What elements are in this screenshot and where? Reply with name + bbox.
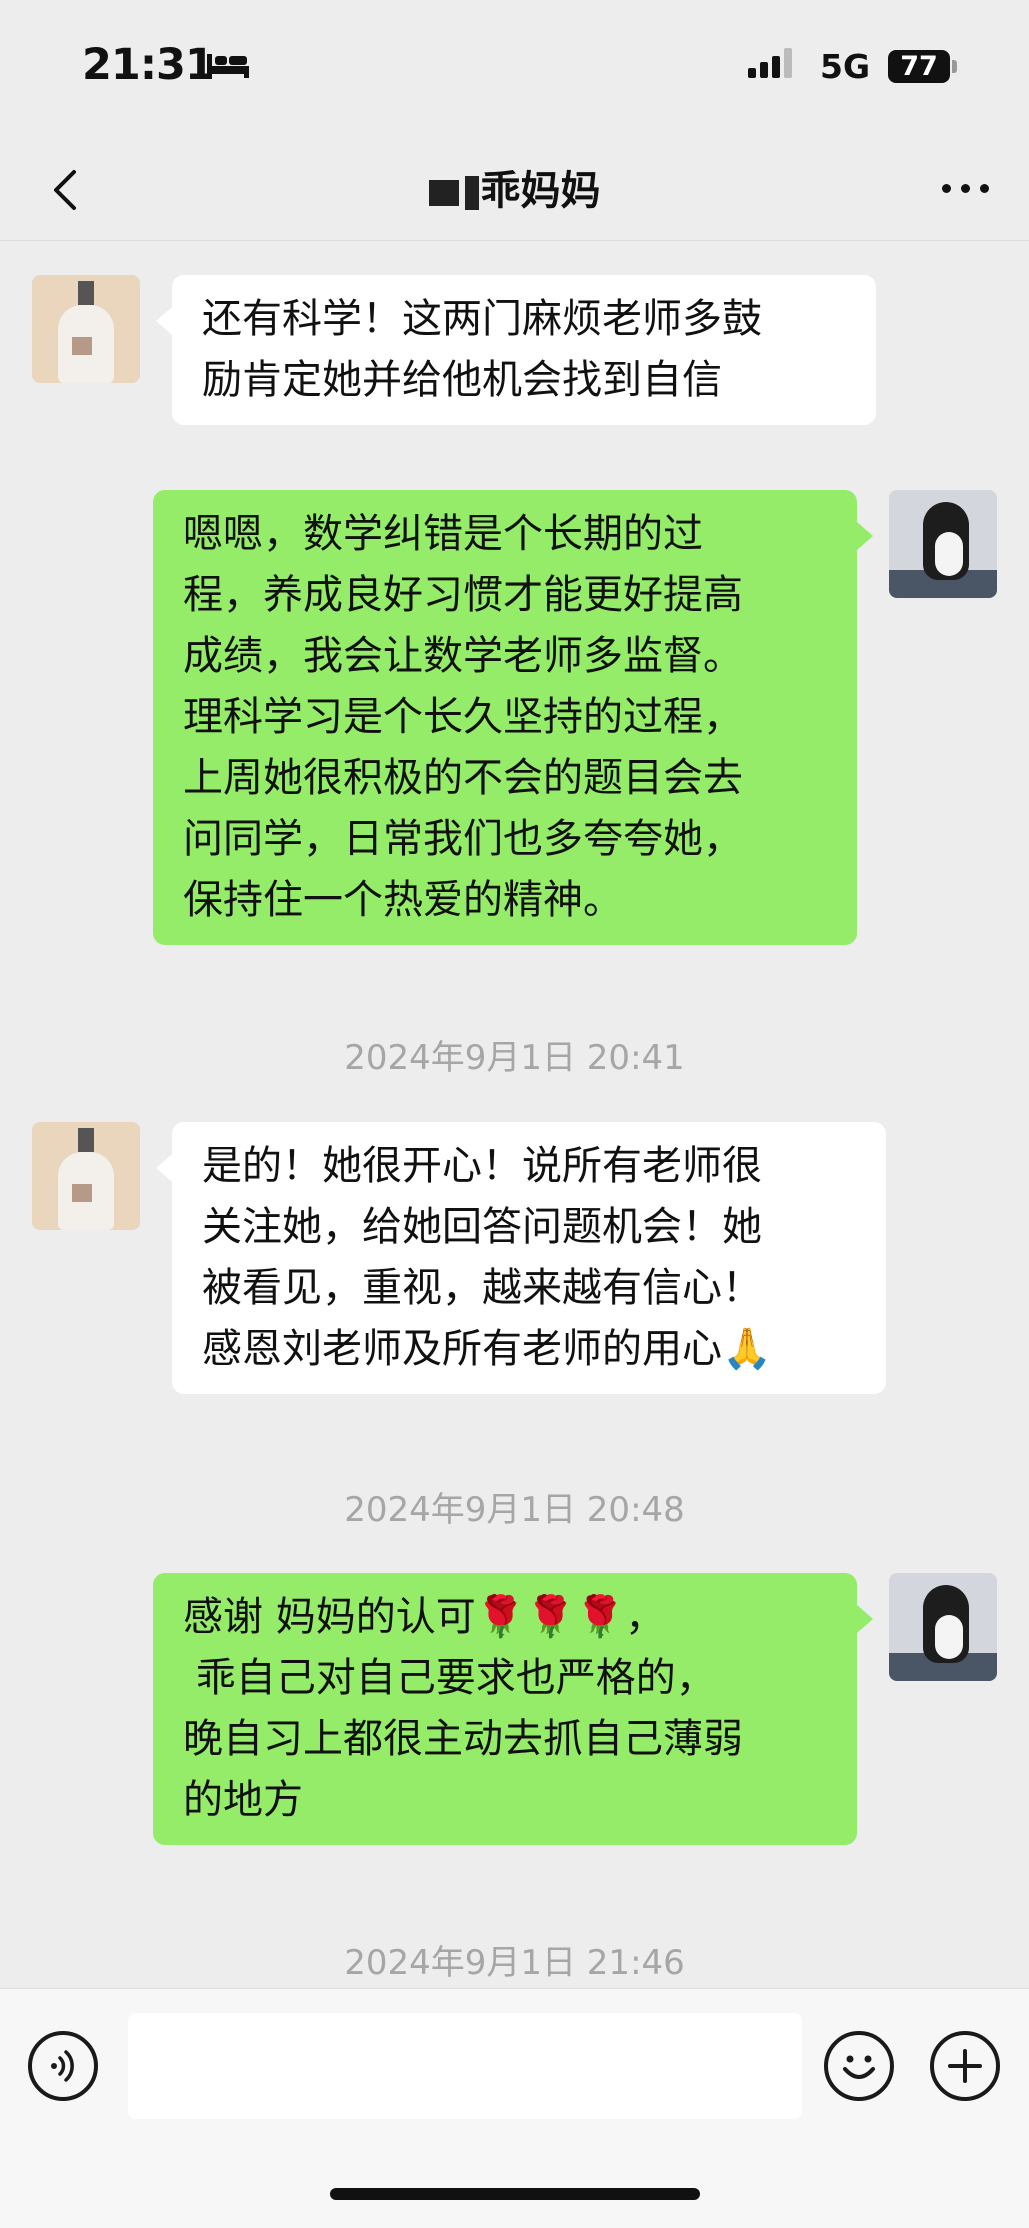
chat-title-text: 乖妈妈 <box>480 168 601 214</box>
voice-icon[interactable] <box>28 2031 98 2101</box>
message-input[interactable] <box>128 2013 802 2119</box>
my-avatar[interactable] <box>889 490 997 598</box>
message-bubble-incoming[interactable]: 是的！她很开心！说所有老师很 关注她，给她回答问题机会！她 被看见，重视，越来越… <box>156 1122 886 1394</box>
message-timestamp: 2024年9月1日 21:46 <box>344 1943 685 1983</box>
message-bubble-outgoing[interactable]: 感谢 妈妈的认可🌹🌹🌹， 乖自己对自己要求也严格的， 晚自习上都很主动去抓自己薄… <box>153 1573 873 1845</box>
message-timestamp: 2024年9月1日 20:41 <box>344 1038 685 1078</box>
more-dots-icon[interactable] <box>942 184 989 193</box>
bed-icon <box>207 54 249 78</box>
chat-title: 乖妈妈 <box>0 158 1029 216</box>
home-indicator[interactable] <box>330 2188 700 2200</box>
redaction-block <box>464 176 479 210</box>
my-avatar[interactable] <box>889 1573 997 1681</box>
status-time: 21:31 <box>82 40 215 90</box>
battery-tip <box>952 60 957 73</box>
network-type: 5G <box>820 47 871 86</box>
emoji-icon[interactable] <box>824 2031 894 2101</box>
contact-avatar[interactable] <box>32 275 140 383</box>
signal-icon <box>748 48 792 78</box>
message-bubble-incoming[interactable]: 还有科学！这两门麻烦老师多鼓 励肯定她并给他机会找到自信 <box>156 275 876 425</box>
contact-avatar[interactable] <box>32 1122 140 1230</box>
message-timestamp: 2024年9月1日 20:48 <box>344 1490 685 1530</box>
message-bubble-outgoing[interactable]: 嗯嗯，数学纠错是个长期的过 程，养成良好习惯才能更好提高 成绩，我会让数学老师多… <box>153 490 873 945</box>
plus-icon[interactable] <box>930 2031 1000 2101</box>
battery-icon: 77 <box>888 50 950 83</box>
chat-header: 乖妈妈 <box>0 140 1029 241</box>
status-bar: 21:31 5G 77 <box>0 0 1029 140</box>
redaction-block <box>428 180 459 206</box>
